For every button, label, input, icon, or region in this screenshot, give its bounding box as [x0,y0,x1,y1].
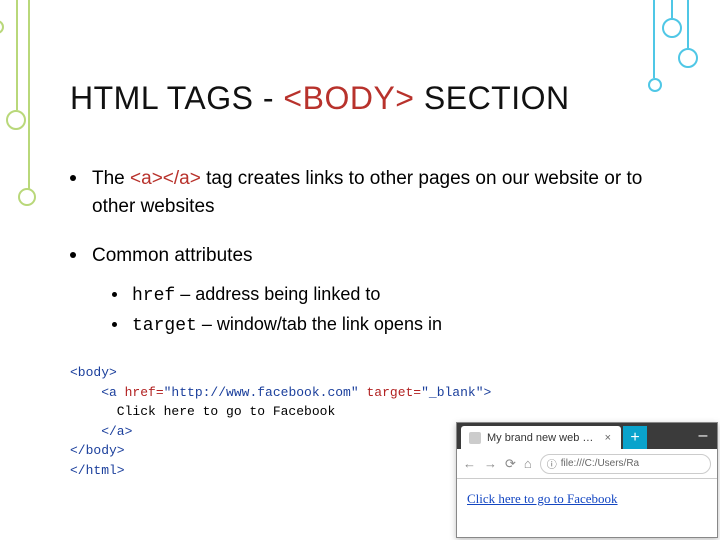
code-seg: "http://www.facebook.com" [164,385,359,400]
decor-circle [18,188,36,206]
sub-bullet-item: href – address being linked to [92,280,670,311]
code-seg: "_blank" [421,385,483,400]
bullet-item: Common attributes href – address being l… [70,242,670,341]
decor-line [653,0,655,78]
sub-bullet-item: target – window/tab the link opens in [92,310,670,341]
decor-line [687,0,689,48]
new-tab-button[interactable]: + [623,426,647,449]
home-button[interactable]: ⌂ [524,456,532,471]
bullet-item: The <a></a> tag creates links to other p… [70,165,670,220]
code-line: <body> [70,365,117,380]
decor-circle [662,18,682,38]
url-text: file:///C:/Users/Ra [561,458,639,469]
address-bar[interactable]: ⓘ file:///C:/Users/Ra [540,454,711,474]
code-seg: target= [366,385,421,400]
decor-line [28,0,30,190]
title-suffix: SECTION [414,80,569,116]
close-tab-icon[interactable]: × [603,432,613,444]
page-icon [469,432,481,444]
forward-button[interactable]: → [484,456,497,471]
title-prefix: HTML TAGS - [70,80,283,116]
tab-title: My brand new web page [487,432,597,444]
code-line: Click here to go to Facebook [70,404,335,419]
plus-icon: + [630,429,639,447]
code-line: </a> [70,424,132,439]
code-line: </body> [70,443,125,458]
code-seg: > [484,385,492,400]
browser-window: My brand new web page × + – ← → ⟳ ⌂ ⓘ fi… [456,422,718,538]
code-seg: href= [125,385,164,400]
decor-line [671,0,673,18]
browser-viewport: Click here to go to Facebook [457,479,717,519]
slide-content: HTML TAGS - <BODY> SECTION The <a></a> t… [70,80,670,480]
browser-tabstrip: My brand new web page × + – [457,423,717,449]
info-icon: ⓘ [547,456,557,471]
code-seg: <a [70,385,125,400]
bullet-tag: <a></a> [130,168,201,189]
attr-name: target [132,316,197,336]
attr-desc: – address being linked to [175,284,380,304]
bullet-label: Common attributes [92,245,253,266]
back-button[interactable]: ← [463,456,476,471]
browser-tab[interactable]: My brand new web page × [461,426,621,449]
browser-toolbar: ← → ⟳ ⌂ ⓘ file:///C:/Users/Ra [457,449,717,479]
reload-button[interactable]: ⟳ [505,456,516,472]
slide-title: HTML TAGS - <BODY> SECTION [70,80,670,117]
attr-desc: – window/tab the link opens in [197,314,442,334]
title-highlight: <BODY> [283,80,414,116]
minimize-button[interactable]: – [689,423,717,449]
facebook-link[interactable]: Click here to go to Facebook [467,491,618,506]
sub-bullet-list: href – address being linked to target – … [92,280,670,342]
code-line: </html> [70,463,125,478]
attr-name: href [132,286,175,306]
decor-circle [6,110,26,130]
bullet-list: The <a></a> tag creates links to other p… [70,165,670,341]
decor-circle [678,48,698,68]
decor-line [16,0,18,110]
decor-circle [0,20,4,34]
minimize-icon: – [699,427,708,445]
bullet-text-pre: The [92,168,130,189]
tabstrip-spacer [647,423,689,449]
